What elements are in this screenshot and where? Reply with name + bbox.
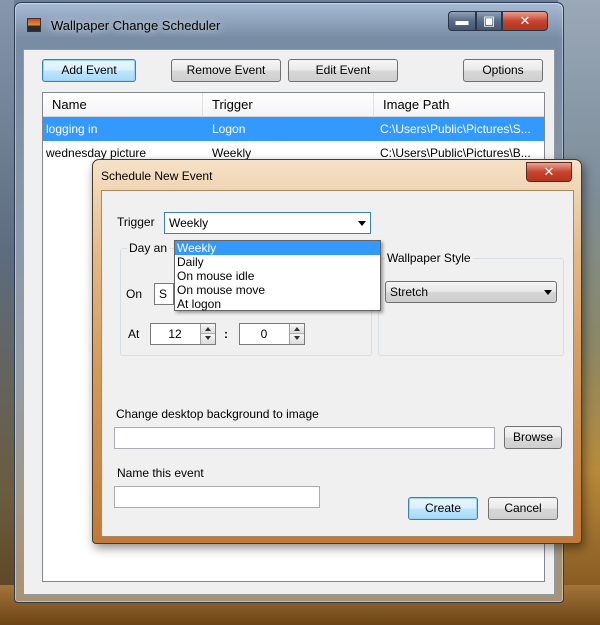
dialog-close-button[interactable]: ✕ xyxy=(526,162,572,182)
wallpaper-style-dropdown[interactable]: Stretch xyxy=(385,281,557,303)
create-button[interactable]: Create xyxy=(408,497,478,520)
wallpaper-style-group: Wallpaper Style Stretch xyxy=(378,251,564,356)
spin-down-icon[interactable] xyxy=(290,334,304,344)
wallpaper-style-value: Stretch xyxy=(390,285,429,299)
event-name-field[interactable] xyxy=(114,486,320,508)
cell-trigger: Logon xyxy=(212,122,246,136)
image-path-field[interactable] xyxy=(114,427,495,449)
options-button[interactable]: Options xyxy=(463,59,543,82)
dialog-client-area: Trigger Weekly Day an On S At 12 : 0 Wal… xyxy=(101,190,574,537)
minimize-button[interactable]: ▬ xyxy=(448,11,476,31)
column-header-name[interactable]: Name xyxy=(43,93,203,117)
day-dropdown-value: S xyxy=(159,287,168,301)
on-label: On xyxy=(126,287,143,301)
wallpaper-style-title: Wallpaper Style xyxy=(385,251,473,265)
trigger-option-mouse-idle[interactable]: On mouse idle xyxy=(175,269,380,283)
name-label: Name this event xyxy=(117,466,204,480)
hour-value: 12 xyxy=(168,327,182,341)
spin-up-icon[interactable] xyxy=(290,324,304,334)
trigger-option-logon[interactable]: At logon xyxy=(175,297,380,311)
add-event-button[interactable]: Add Event xyxy=(42,59,136,82)
trigger-option-daily[interactable]: Daily xyxy=(175,255,380,269)
dialog-title: Schedule New Event xyxy=(101,169,213,183)
close-button[interactable]: ✕ xyxy=(502,11,548,31)
trigger-option-mouse-move[interactable]: On mouse move xyxy=(175,283,380,297)
table-row[interactable]: logging in Logon C:\Users\Public\Picture… xyxy=(43,117,544,141)
spin-up-icon[interactable] xyxy=(201,324,215,334)
column-header-trigger[interactable]: Trigger xyxy=(203,93,374,117)
chevron-down-icon xyxy=(358,221,366,226)
time-separator: : xyxy=(224,327,228,341)
trigger-label: Trigger xyxy=(117,215,155,229)
cancel-button[interactable]: Cancel xyxy=(488,497,558,520)
cell-image-path: C:\Users\Public\Pictures\S... xyxy=(380,122,531,136)
trigger-dropdown-value: Weekly xyxy=(169,216,209,230)
day-dropdown[interactable]: S xyxy=(154,283,174,305)
trigger-option-weekly[interactable]: Weekly xyxy=(175,241,380,255)
minute-value: 0 xyxy=(260,327,268,341)
remove-event-button[interactable]: Remove Event xyxy=(171,59,281,82)
minute-spinner[interactable]: 0 xyxy=(239,323,305,345)
maximize-button[interactable]: ▣ xyxy=(476,11,502,31)
schedule-event-dialog: Schedule New Event ✕ Trigger Weekly Day … xyxy=(92,159,582,544)
trigger-options-list[interactable]: Weekly Daily On mouse idle On mouse move… xyxy=(174,240,381,311)
table-header: Name Trigger Image Path xyxy=(43,93,544,117)
window-title: Wallpaper Change Scheduler xyxy=(51,18,221,33)
spin-down-icon[interactable] xyxy=(201,334,215,344)
chevron-down-icon xyxy=(544,290,552,295)
image-label: Change desktop background to image xyxy=(116,407,319,421)
desktop-background-left xyxy=(0,0,14,625)
at-label: At xyxy=(128,327,140,341)
edit-event-button[interactable]: Edit Event xyxy=(288,59,398,82)
day-time-group-title: Day an xyxy=(127,241,170,255)
main-titlebar[interactable]: Wallpaper Change Scheduler ▬ ▣ ✕ xyxy=(15,3,563,47)
column-header-image-path[interactable]: Image Path xyxy=(374,93,544,117)
hour-spinner[interactable]: 12 xyxy=(150,323,216,345)
trigger-dropdown[interactable]: Weekly xyxy=(164,212,371,234)
browse-button[interactable]: Browse xyxy=(504,426,562,449)
app-icon xyxy=(27,18,41,32)
cell-name: logging in xyxy=(46,122,98,136)
